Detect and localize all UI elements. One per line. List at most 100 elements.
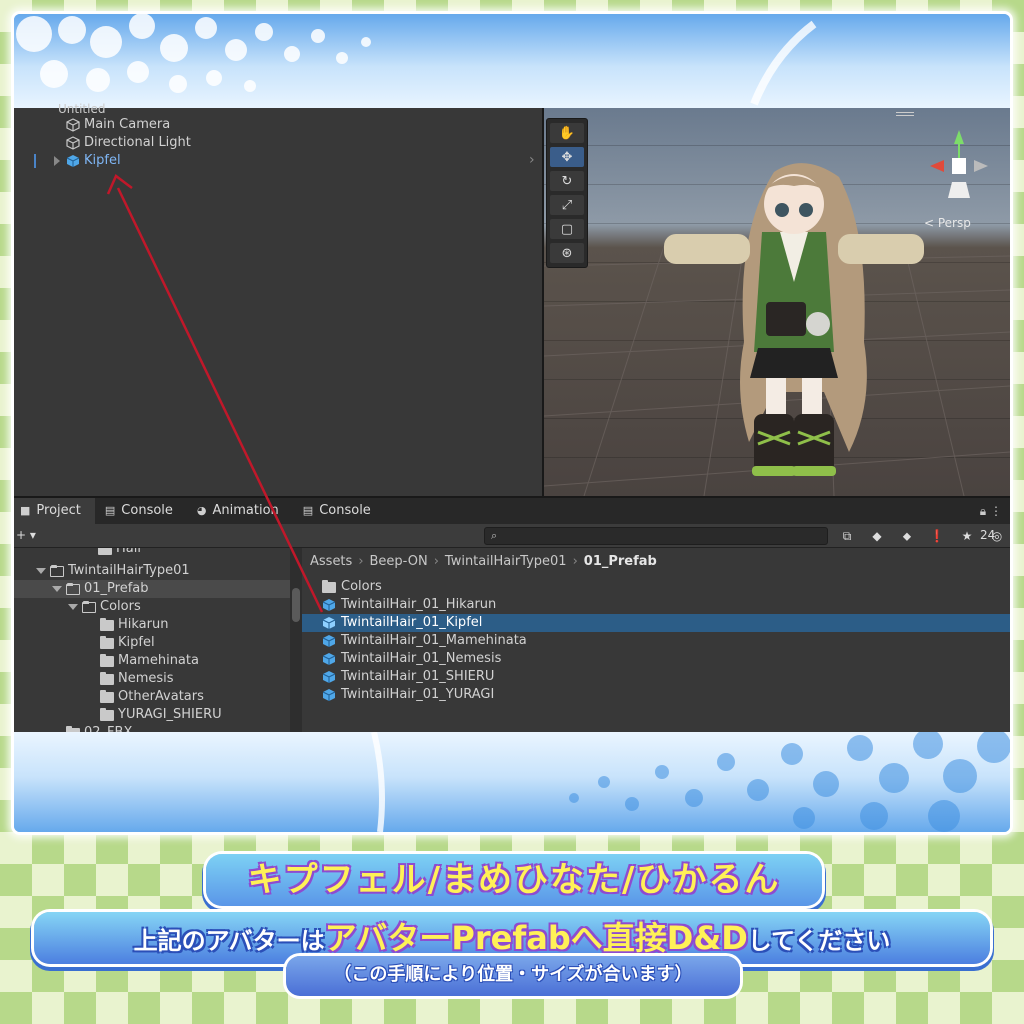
rect-tool-icon[interactable]: ▢ — [550, 219, 584, 239]
project-assets-pane: Assets › Beep-ON › TwintailHairType01 › 01_… — [302, 548, 1010, 734]
label-filter-icon[interactable]: ⬥ — [896, 527, 918, 545]
project-folder-tree: Hair TwintailHairType01 01_Prefab Colors… — [14, 548, 290, 734]
asset-item-prefab[interactable]: TwintailHair_01_Nemesis — [302, 650, 1010, 668]
bottom-decoration — [14, 732, 1010, 832]
caption-instruction-part: してください — [747, 927, 891, 955]
tab-label: Console — [319, 503, 371, 518]
tab-label: Animation — [212, 503, 279, 518]
caption-instruction-highlight: アバターPrefabへ直接D&D — [324, 919, 748, 957]
tab-console-2[interactable]: ▤ Console — [293, 498, 385, 524]
animation-icon: ◕ — [196, 504, 207, 517]
folder-icon — [100, 617, 114, 631]
hidden-count: 24 — [980, 528, 996, 542]
prefab-icon — [322, 653, 336, 665]
search-input[interactable]: ⌕ — [484, 527, 828, 545]
rotate-tool-icon[interactable]: ↻ — [550, 171, 584, 191]
tree-item-selected[interactable]: 01_Prefab — [14, 580, 290, 598]
tree-item[interactable]: Mamehinata — [100, 652, 199, 670]
chevron-right-icon[interactable]: › — [529, 152, 535, 168]
gameobject-icon — [66, 136, 80, 150]
scene-tools: ✋ ✥ ↻ ⤢ ▢ ⊛ — [546, 118, 588, 268]
tree-item-label: OtherAvatars — [118, 689, 204, 704]
tree-item[interactable]: Hair — [98, 548, 143, 558]
folder-icon — [100, 671, 114, 685]
tree-item[interactable]: Hikarun — [100, 616, 168, 634]
tree-item-label: Hikarun — [118, 617, 169, 632]
prefab-icon — [322, 671, 336, 683]
breadcrumb: Assets › Beep-ON › TwintailHairType01 › 01_… — [310, 554, 657, 569]
orientation-gizmo-icon[interactable] — [924, 122, 994, 212]
tree-item[interactable]: Colors — [68, 598, 141, 616]
favorite-star-icon[interactable]: ★ — [956, 527, 978, 545]
asset-item-prefab[interactable]: TwintailHair_01_SHIERU — [302, 668, 1010, 686]
project-toolbar: + ▾ ⌕ ⧉ ◆ ⬥ ❗ ★ ◎ 24 — [14, 524, 1010, 548]
asset-item-prefab-selected[interactable]: TwintailHair_01_Kipfel — [302, 614, 1010, 632]
caption-instruction-part: 上記のアバターは — [133, 927, 325, 955]
chevron-right-icon: › — [572, 554, 578, 569]
hierarchy-item-directional-light[interactable]: Directional Light — [14, 134, 542, 152]
asset-label: TwintailHair_01_Kipfel — [341, 615, 483, 630]
avatar-model — [664, 163, 924, 476]
tab-label: Project — [36, 503, 81, 518]
prefab-icon — [322, 617, 336, 629]
tree-scrollbar[interactable] — [290, 548, 302, 734]
tab-console[interactable]: ▤ Console — [95, 498, 187, 524]
console-icon: ▤ — [302, 504, 314, 517]
tree-item[interactable]: YURAGI_SHIERU — [100, 706, 222, 724]
breadcrumb-item-current[interactable]: 01_Prefab — [584, 554, 657, 569]
transform-tool-icon[interactable]: ⊛ — [550, 243, 584, 263]
breadcrumb-item[interactable]: Assets — [310, 554, 352, 569]
tab-label: Console — [121, 503, 173, 518]
tree-item[interactable]: TwintailHairType01 — [36, 562, 190, 580]
prefab-icon — [322, 635, 336, 647]
scene-name[interactable]: Untitled — [58, 102, 105, 116]
tree-item-label: Kipfel — [118, 635, 155, 650]
tree-item[interactable]: OtherAvatars — [100, 688, 204, 706]
asset-item-prefab[interactable]: TwintailHair_01_Mamehinata — [302, 632, 1010, 650]
tab-project[interactable]: ■ Project — [14, 498, 95, 524]
hierarchy-item-label: Main Camera — [84, 117, 171, 132]
scene-view[interactable]: ✋ ✥ ↻ ⤢ ▢ ⊛ < Persp — [544, 108, 1010, 496]
scene-search-icon[interactable]: ⧉ — [836, 527, 858, 545]
asset-item-prefab[interactable]: TwintailHair_01_Hikarun — [302, 596, 1010, 614]
chevron-right-icon: › — [433, 554, 439, 569]
breadcrumb-item[interactable]: Beep-ON — [370, 554, 428, 569]
expand-arrow-icon[interactable] — [68, 604, 78, 610]
asset-item-folder[interactable]: Colors — [302, 578, 1010, 596]
asset-item-prefab[interactable]: TwintailHair_01_YURAGI — [302, 686, 1010, 704]
expand-arrow-icon[interactable] — [54, 156, 60, 166]
asset-label: TwintailHair_01_Nemesis — [341, 651, 502, 666]
lock-icon[interactable]: 🔒︎ ⋮ — [980, 504, 1002, 519]
error-filter-icon[interactable]: ❗ — [926, 527, 948, 545]
caption-note: （この手順により位置・サイズが合います） — [286, 956, 740, 996]
drag-handle-icon[interactable] — [896, 112, 914, 116]
tree-item-label: 01_Prefab — [84, 581, 149, 596]
folder-open-icon — [66, 582, 80, 595]
hierarchy-item-main-camera[interactable]: Main Camera — [14, 116, 542, 134]
caption-avatar-names: キプフェル/まめひなた/ひかるん — [206, 854, 822, 906]
tree-item-label: Hair — [116, 548, 143, 556]
tree-item-label: Nemesis — [118, 671, 174, 686]
scrollbar-thumb[interactable] — [292, 588, 300, 622]
expand-arrow-icon[interactable] — [36, 568, 46, 574]
prefab-icon — [322, 689, 336, 701]
type-filter-icon[interactable]: ◆ — [866, 527, 888, 545]
unity-editor: Untitled Main Camera Directional Light K… — [14, 102, 1010, 734]
asset-label: TwintailHair_01_Hikarun — [341, 597, 497, 612]
create-button[interactable]: + ▾ — [16, 528, 36, 542]
prefab-icon — [66, 155, 80, 167]
tab-animation[interactable]: ◕ Animation — [187, 498, 293, 524]
hand-tool-icon[interactable]: ✋ — [550, 123, 584, 143]
chevron-right-icon: › — [358, 554, 364, 569]
folder-icon — [100, 689, 114, 703]
screenshot-frame: Untitled Main Camera Directional Light K… — [14, 14, 1010, 832]
hierarchy-item-label: Directional Light — [84, 135, 191, 150]
scale-tool-icon[interactable]: ⤢ — [550, 195, 584, 215]
breadcrumb-item[interactable]: TwintailHairType01 — [445, 554, 567, 569]
hierarchy-item-kipfel[interactable]: Kipfel — [14, 152, 542, 170]
move-tool-icon[interactable]: ✥ — [550, 147, 584, 167]
tree-item[interactable]: Kipfel — [100, 634, 155, 652]
tree-item[interactable]: Nemesis — [100, 670, 174, 688]
top-decoration — [14, 14, 1010, 110]
expand-arrow-icon[interactable] — [52, 586, 62, 592]
